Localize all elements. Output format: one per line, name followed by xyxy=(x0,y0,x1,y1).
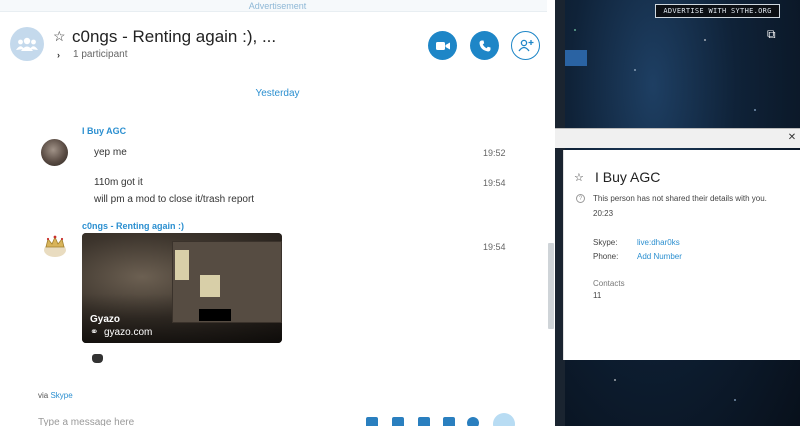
add-number-link[interactable]: Add Number xyxy=(637,252,682,261)
profile-local-time: 20:23 xyxy=(593,209,614,218)
profile-name: I Buy AGC xyxy=(595,169,661,185)
group-avatar[interactable] xyxy=(10,27,44,61)
video-call-button[interactable] xyxy=(428,31,457,60)
link-icon: ⚭ xyxy=(90,327,99,338)
avatar[interactable] xyxy=(41,139,68,166)
skype-label: Skype: xyxy=(593,238,618,247)
crown-avatar-icon xyxy=(44,235,66,257)
skype-link[interactable]: Skype xyxy=(50,391,72,400)
favorite-star-icon[interactable]: ☆ xyxy=(53,28,66,45)
video-camera-icon xyxy=(435,41,450,50)
preview-domain[interactable]: gyazo.com xyxy=(104,327,152,338)
preview-title[interactable]: Gyazo xyxy=(90,314,120,325)
day-separator: Yesterday xyxy=(255,88,300,99)
image-icon[interactable] xyxy=(418,417,430,426)
group-icon xyxy=(16,37,38,51)
sidebar-tab[interactable] xyxy=(565,50,587,66)
window-titlebar: ✕ xyxy=(555,128,800,148)
avatar[interactable] xyxy=(40,233,70,259)
chat-title[interactable]: c0ngs - Renting again :), ... xyxy=(72,27,276,47)
message-time: 19:54 xyxy=(483,178,506,188)
contacts-count: 11 xyxy=(593,291,602,300)
participant-count[interactable]: 1 participant xyxy=(73,49,127,60)
gift-icon[interactable] xyxy=(366,417,378,426)
favorite-star-icon[interactable]: ☆ xyxy=(574,171,584,184)
via-skype: via Skype xyxy=(38,391,73,400)
profile-privacy-note: This person has not shared their details… xyxy=(593,194,767,203)
scrollbar-track[interactable] xyxy=(547,0,555,426)
close-icon[interactable]: ✕ xyxy=(786,131,798,145)
contact-card-icon[interactable] xyxy=(443,417,455,426)
phone-icon xyxy=(479,40,490,51)
add-person-icon xyxy=(517,39,533,52)
add-participant-button[interactable] xyxy=(511,31,540,60)
advertisement-label: Advertisement xyxy=(0,0,555,12)
phone-label: Phone: xyxy=(593,252,619,261)
message-sender[interactable]: I Buy AGC xyxy=(82,126,126,136)
info-icon: ? xyxy=(576,194,585,203)
message-text: yep me xyxy=(94,147,127,158)
message-text: will pm a mod to close it/trash report xyxy=(94,194,255,205)
message-input[interactable]: Type a message here xyxy=(38,417,134,426)
message-time: 19:52 xyxy=(483,148,506,158)
scrollbar-thumb[interactable] xyxy=(548,243,554,329)
cat-emoticon-icon[interactable] xyxy=(92,354,103,363)
message-time: 19:54 xyxy=(483,242,506,252)
message-sender[interactable]: c0ngs - Renting again :) xyxy=(82,221,184,231)
chat-header: ☆ c0ngs - Renting again :), ... › 1 part… xyxy=(0,13,555,73)
message-text: 110m got it xyxy=(94,177,143,188)
advertise-banner[interactable]: ADVERTISE WITH SYTHE.ORG xyxy=(655,4,780,18)
skype-id-link[interactable]: live:dhar0ks xyxy=(637,238,680,247)
link-preview-card[interactable]: Gyazo ⚭ gyazo.com xyxy=(82,233,282,343)
chevron-right-icon[interactable]: › xyxy=(57,50,60,60)
file-icon[interactable] xyxy=(392,417,404,426)
chat-window: Advertisement ☆ c0ngs - Renting again :)… xyxy=(0,0,555,426)
contact-profile-panel: ☆ I Buy AGC ? This person has not shared… xyxy=(563,150,800,360)
emoticon-icon[interactable] xyxy=(467,417,479,426)
send-button[interactable] xyxy=(493,413,515,426)
contacts-label: Contacts xyxy=(593,279,625,288)
audio-call-button[interactable] xyxy=(470,31,499,60)
popout-icon[interactable]: ⧉ xyxy=(767,27,776,42)
